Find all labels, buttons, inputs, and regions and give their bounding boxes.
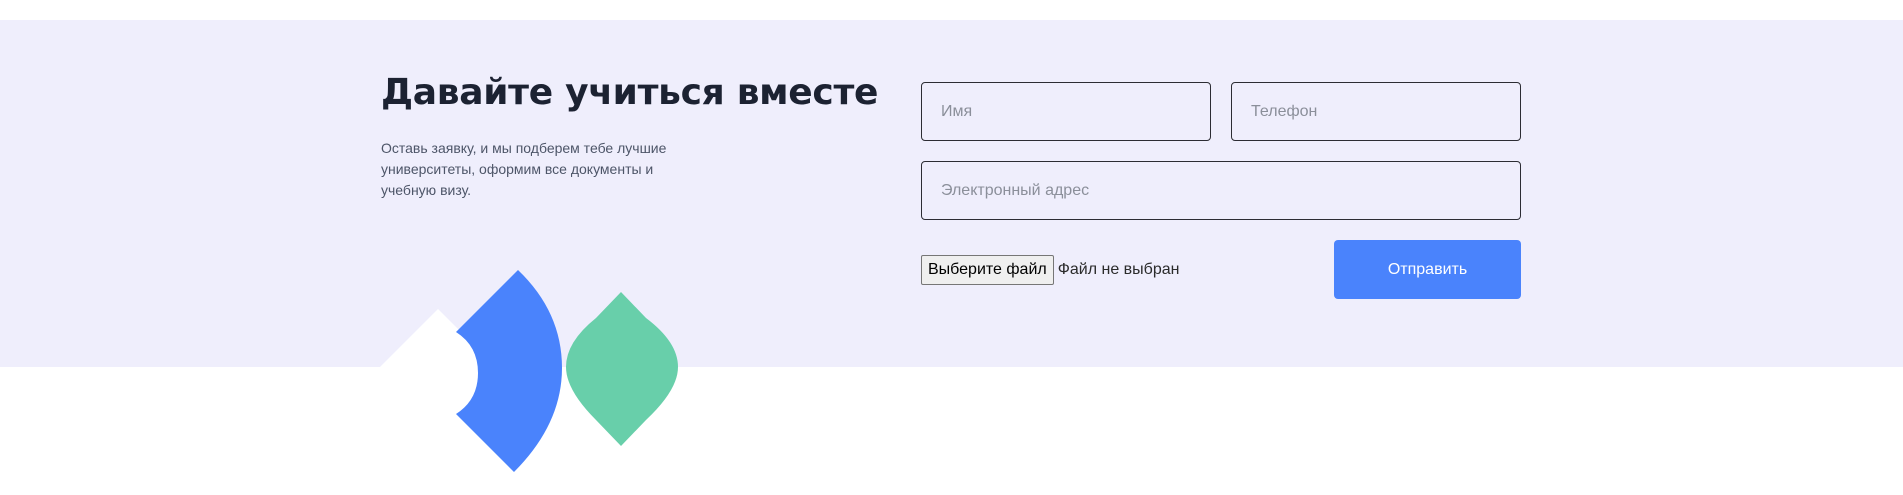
phone-input[interactable] bbox=[1231, 82, 1521, 141]
section-subtitle: Оставь заявку, и мы подберем тебе лучшие… bbox=[381, 140, 667, 198]
page: Давайте учиться вместе Оставь заявку, и … bbox=[0, 0, 1903, 495]
file-status-label: Файл не выбран bbox=[1057, 261, 1180, 278]
email-input[interactable] bbox=[921, 161, 1521, 220]
file-upload: Выберите файл Файл не выбран bbox=[921, 255, 1179, 285]
choose-file-button[interactable]: Выберите файл bbox=[921, 255, 1054, 285]
section-heading: Давайте учиться вместе bbox=[381, 72, 879, 113]
green-leaf-shape-icon bbox=[566, 292, 678, 446]
submit-button[interactable]: Отправить bbox=[1334, 240, 1521, 299]
name-input[interactable] bbox=[921, 82, 1211, 141]
decorative-shapes bbox=[380, 270, 678, 472]
